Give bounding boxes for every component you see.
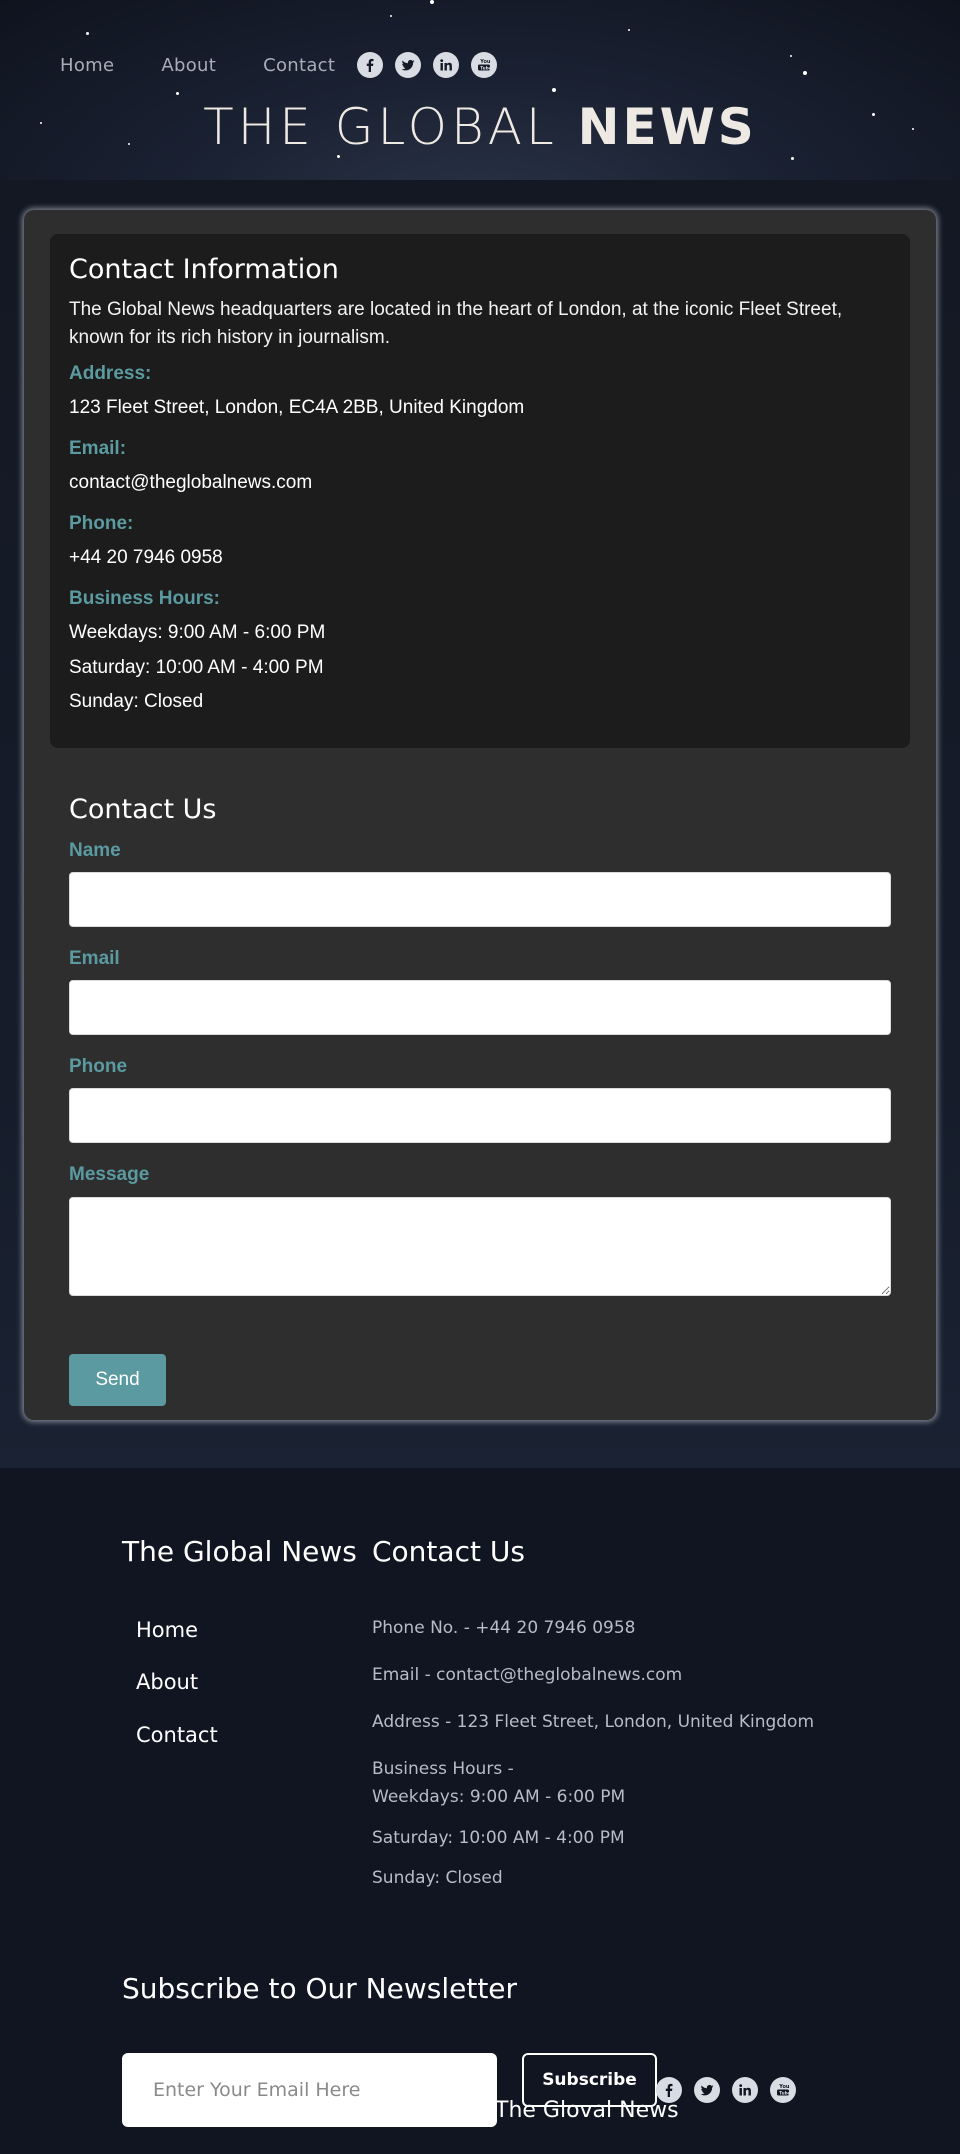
- send-button[interactable]: Send: [69, 1354, 166, 1406]
- footer-hours-label: Business Hours -: [372, 1759, 514, 1779]
- site-title-bold: NEWS: [577, 98, 757, 156]
- svg-text:Tube: Tube: [480, 65, 491, 70]
- linkedin-icon[interactable]: [732, 2077, 758, 2103]
- svg-text:Tube: Tube: [779, 2090, 790, 2095]
- contact-info-box: Contact Information The Global News head…: [50, 234, 910, 748]
- footer-nav-contact[interactable]: Contact: [136, 1723, 218, 1747]
- top-nav: Home About Contact You Tube: [60, 52, 509, 78]
- hours-weekdays: Weekdays: 9:00 AM - 6:00 PM: [69, 622, 326, 643]
- name-input[interactable]: [69, 872, 891, 927]
- main-section: Contact Information The Global News head…: [0, 180, 960, 1468]
- phone-label: Phone:: [69, 513, 134, 534]
- newsletter-email-input[interactable]: [122, 2053, 497, 2127]
- footer-brand-heading: The Global News: [122, 1535, 357, 1568]
- site-header: Home About Contact You Tube THE GLOBAL NE…: [0, 0, 960, 180]
- email-form-label: Email: [69, 948, 120, 969]
- twitter-icon[interactable]: [395, 52, 422, 78]
- hours-saturday: Saturday: 10:00 AM - 4:00 PM: [69, 657, 324, 678]
- svg-text:You: You: [778, 2084, 790, 2090]
- footer-phone: Phone No. - +44 20 7946 0958: [372, 1618, 636, 1638]
- site-title: THE GLOBAL NEWS: [0, 98, 960, 156]
- newsletter-heading: Subscribe to Our Newsletter: [122, 1972, 518, 2005]
- phone-input[interactable]: [69, 1088, 891, 1143]
- nav-home[interactable]: Home: [60, 55, 114, 76]
- site-footer: [0, 1468, 960, 2154]
- contact-info-intro: The Global News headquarters are located…: [69, 299, 843, 348]
- email-label: Email:: [69, 438, 127, 459]
- hours-label: Business Hours:: [69, 588, 220, 609]
- contact-info-heading: Contact Information: [69, 254, 339, 285]
- youtube-icon[interactable]: You Tube: [770, 2077, 796, 2103]
- youtube-icon[interactable]: You Tube: [471, 52, 498, 78]
- footer-nav-about[interactable]: About: [136, 1670, 198, 1694]
- message-label: Message: [69, 1164, 150, 1185]
- footer-contact-heading: Contact Us: [372, 1535, 525, 1568]
- hours-sunday: Sunday: Closed: [69, 691, 204, 712]
- phone-form-label: Phone: [69, 1056, 128, 1077]
- name-label: Name: [69, 840, 121, 861]
- footer-brand-bottom: The Gloval News: [495, 2098, 679, 2123]
- contact-form-heading: Contact Us: [69, 794, 217, 825]
- address-value: 123 Fleet Street, London, EC4A 2BB, Unit…: [69, 397, 525, 418]
- footer-hours-sunday: Sunday: Closed: [372, 1868, 503, 1888]
- email-input[interactable]: [69, 980, 891, 1035]
- address-label: Address:: [69, 363, 152, 384]
- twitter-icon[interactable]: [694, 2077, 720, 2103]
- facebook-icon[interactable]: [357, 52, 384, 78]
- header-social-links: You Tube: [357, 52, 509, 78]
- footer-address: Address - 123 Fleet Street, London, Unit…: [372, 1712, 815, 1732]
- email-value: contact@theglobalnews.com: [69, 472, 313, 493]
- nav-about[interactable]: About: [161, 55, 216, 76]
- footer-email: Email - contact@theglobalnews.com: [372, 1665, 683, 1685]
- linkedin-icon[interactable]: [433, 52, 460, 78]
- footer-hours-weekdays: Weekdays: 9:00 AM - 6:00 PM: [372, 1787, 626, 1807]
- message-textarea[interactable]: [69, 1197, 891, 1296]
- phone-value: +44 20 7946 0958: [69, 547, 223, 568]
- nav-contact[interactable]: Contact: [263, 55, 335, 76]
- svg-text:You: You: [480, 59, 492, 65]
- site-title-light: THE GLOBAL: [203, 98, 578, 156]
- contact-card: Contact Information The Global News head…: [24, 210, 936, 1420]
- footer-nav-home[interactable]: Home: [136, 1618, 198, 1642]
- footer-hours-saturday: Saturday: 10:00 AM - 4:00 PM: [372, 1828, 625, 1848]
